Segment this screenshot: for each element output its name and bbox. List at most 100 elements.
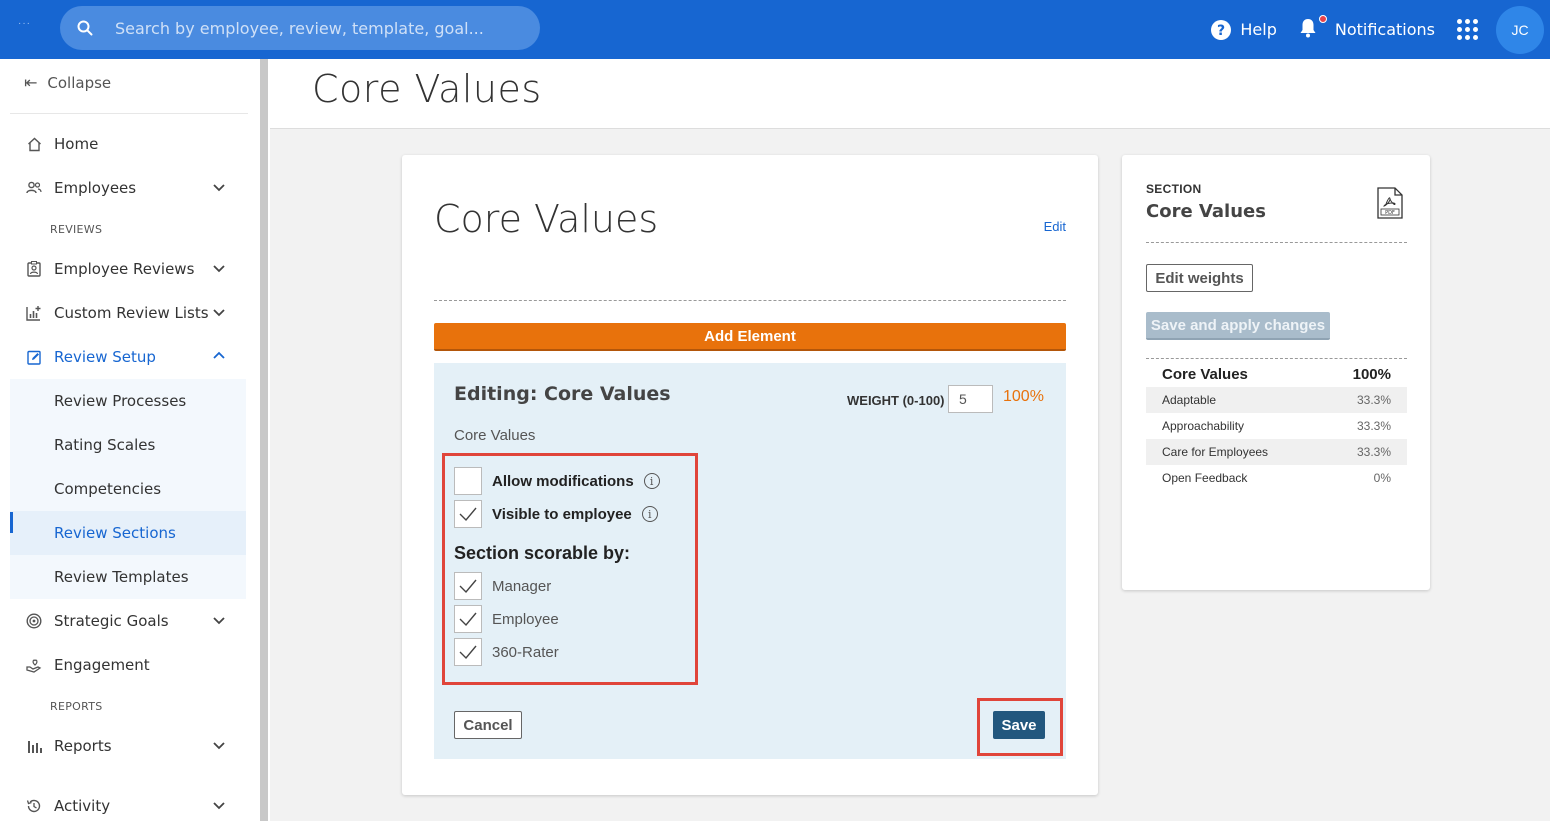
weights-row: Open Feedback 0%: [1146, 465, 1407, 491]
sidebar-item-activity[interactable]: Activity: [10, 784, 246, 821]
sidebar-subitem-rating-scales[interactable]: Rating Scales: [10, 423, 246, 467]
weights-row-name: Care for Employees: [1162, 445, 1269, 459]
dashed-divider: [434, 300, 1066, 301]
highlight-box-options: [442, 453, 698, 685]
sidebar-item-employee-reviews[interactable]: Employee Reviews: [10, 247, 246, 291]
sidebar-subitem-review-templates[interactable]: Review Templates: [10, 555, 246, 599]
chart-plus-icon: [26, 305, 42, 321]
scrollbar-thumb[interactable]: [260, 59, 268, 821]
pdf-icon[interactable]: PDF: [1377, 187, 1403, 219]
sidebar-item-employees[interactable]: Employees: [10, 166, 246, 210]
sidebar-subitem-competencies[interactable]: Competencies: [10, 467, 246, 511]
sidebar-subitem-review-processes[interactable]: Review Processes: [10, 379, 246, 423]
search-icon: [77, 20, 93, 36]
edit-weights-button[interactable]: Edit weights: [1146, 264, 1253, 292]
bell-icon: [1299, 14, 1327, 42]
chevron-down-icon: [213, 617, 225, 625]
section-summary-card: SECTION Core Values PDF Edit weights Sav…: [1122, 155, 1430, 590]
top-bar: ··· ? Help Notifications JC: [0, 0, 1550, 59]
global-search[interactable]: [60, 6, 540, 50]
section-label: SECTION: [1146, 182, 1202, 196]
chevron-down-icon: [213, 309, 225, 317]
sidebar-item-reports[interactable]: Reports: [10, 724, 246, 768]
editing-title: Editing: Core Values: [454, 383, 671, 405]
help-label: Help: [1240, 20, 1277, 39]
sidebar-item-label: Strategic Goals: [54, 612, 169, 630]
bar-chart-icon: [26, 738, 42, 754]
weights-row: Care for Employees 33.3%: [1146, 439, 1407, 465]
highlight-box-save: [977, 698, 1063, 756]
people-icon: [26, 180, 42, 196]
weight-label: WEIGHT (0-100): [847, 393, 945, 408]
sidebar-item-label: Employees: [54, 179, 137, 197]
section-title: Core Values: [1146, 201, 1266, 222]
help-link[interactable]: ? Help: [1210, 19, 1277, 41]
dashed-divider: [1146, 242, 1407, 243]
target-icon: [26, 613, 42, 629]
sidebar-item-label: Employee Reviews: [54, 260, 195, 278]
add-element-button[interactable]: Add Element: [434, 323, 1066, 351]
notifications-link[interactable]: Notifications: [1299, 14, 1435, 42]
section-name: Core Values: [454, 427, 536, 444]
search-input[interactable]: [115, 18, 515, 38]
reviews-section-heading: REVIEWS: [50, 223, 103, 236]
apps-grid-icon[interactable]: [1457, 19, 1478, 40]
edit-document-icon: [26, 349, 42, 365]
weights-row-pct: 0%: [1373, 471, 1391, 485]
help-icon: ?: [1211, 19, 1232, 40]
weight-input[interactable]: [948, 385, 993, 413]
weights-row-name: Approachability: [1162, 419, 1245, 433]
sidebar-item-label: Custom Review Lists: [54, 304, 209, 322]
editing-panel: Editing: Core Values WEIGHT (0-100) 100%…: [434, 363, 1066, 759]
engagement-icon: [26, 657, 42, 673]
save-and-apply-button[interactable]: Save and apply changes: [1146, 312, 1330, 340]
sidebar-item-custom-review-lists[interactable]: Custom Review Lists: [10, 291, 246, 335]
app-menu-icon[interactable]: ···: [18, 18, 31, 29]
chevron-down-icon: [213, 184, 225, 192]
sidebar-item-label: Activity: [54, 797, 111, 815]
cancel-button[interactable]: Cancel: [454, 711, 522, 739]
section-editor-card: Core Values Edit Add Element Editing: Co…: [402, 155, 1098, 795]
sidebar-divider: [10, 113, 248, 114]
sidebar-item-home[interactable]: Home: [10, 122, 246, 166]
edit-title-link[interactable]: Edit: [1044, 219, 1066, 234]
home-icon: [26, 136, 42, 152]
weights-total-row: Core Values 100%: [1146, 361, 1407, 387]
weights-row-name: Open Feedback: [1162, 471, 1248, 485]
weights-row-pct: 33.3%: [1356, 445, 1391, 459]
reports-section-heading: REPORTS: [50, 700, 103, 713]
sidebar-item-label: Review Setup: [54, 348, 156, 366]
weights-table: Core Values 100% Adaptable 33.3% Approac…: [1146, 361, 1407, 491]
sidebar-item-label: Home: [54, 135, 99, 153]
weight-percent: 100%: [1003, 388, 1044, 405]
weights-row-name: Adaptable: [1162, 393, 1217, 407]
chevron-down-icon: [213, 265, 225, 273]
collapse-label: Collapse: [47, 73, 112, 92]
svg-text:?: ?: [1217, 23, 1225, 39]
sidebar-item-strategic-goals[interactable]: Strategic Goals: [10, 599, 246, 643]
sidebar-scrollbar[interactable]: [258, 59, 270, 821]
collapse-button[interactable]: ⇤ Collapse: [24, 73, 111, 92]
chevron-down-icon: [213, 802, 225, 810]
sidebar-item-review-setup[interactable]: Review Setup: [10, 335, 246, 379]
page-title: Core Values: [312, 67, 542, 111]
page-header: Core Values: [270, 59, 1550, 129]
sidebar-subitem-review-sections[interactable]: Review Sections: [10, 511, 246, 555]
collapse-arrow-icon: ⇤: [24, 73, 38, 92]
sidebar-item-label: Engagement: [54, 656, 150, 674]
weights-total-name: Core Values: [1162, 365, 1248, 383]
weights-row-pct: 33.3%: [1356, 419, 1391, 433]
dashed-divider: [1146, 358, 1407, 359]
svg-text:PDF: PDF: [1385, 210, 1395, 216]
notification-dot: [1318, 14, 1327, 23]
weights-row-pct: 33.3%: [1356, 393, 1391, 407]
sidebar-item-engagement[interactable]: Engagement: [10, 643, 246, 687]
chevron-down-icon: [213, 742, 225, 750]
weights-row: Adaptable 33.3%: [1146, 387, 1407, 413]
sidebar-item-label: Reports: [54, 737, 112, 755]
chevron-up-icon: [213, 351, 225, 359]
avatar[interactable]: JC: [1496, 5, 1544, 54]
card-title: Core Values: [434, 197, 659, 241]
weights-row: Approachability 33.3%: [1146, 413, 1407, 439]
clipboard-icon: [26, 261, 42, 277]
